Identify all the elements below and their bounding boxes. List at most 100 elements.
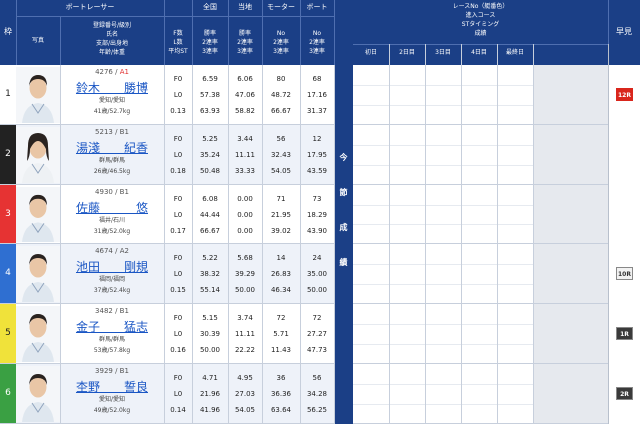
racer-name-link[interactable]: 杢野 誓良 — [64, 378, 160, 395]
tou-stat-0: 6.06 — [237, 75, 253, 83]
mot-stat-0: 72 — [276, 314, 286, 322]
racer-branch: 群馬/群馬 — [98, 157, 126, 164]
racer-grade: A2 — [119, 247, 129, 255]
header-vline — [192, 0, 193, 65]
header-vline — [262, 0, 263, 65]
racer-photo — [16, 127, 60, 183]
mot-stat-1: 5.71 — [273, 330, 289, 338]
l-count: L0 — [173, 270, 183, 278]
racer-avatar-icon — [16, 127, 60, 183]
day-col-divider — [533, 44, 534, 424]
tou-stat-0: 3.44 — [237, 135, 253, 143]
mot-stat-0: 80 — [276, 75, 286, 83]
boat-stat-2: 43.59 — [306, 167, 328, 175]
avg-st: 0.18 — [170, 167, 186, 175]
tou-stat-2: 22.22 — [234, 346, 256, 354]
day-col-divider — [608, 44, 609, 424]
lane-number: 6 — [5, 388, 11, 398]
header-mot-no-1: 2連率 — [273, 39, 289, 46]
racer-photo — [16, 366, 60, 422]
racer-reg-id: 4930 / — [95, 188, 120, 196]
racer-name-link[interactable]: 佐藤 悠 — [64, 199, 160, 216]
racer-reg-id: 3482 / — [95, 307, 120, 315]
boat-stat-0: 12 — [312, 135, 322, 143]
header-day-3: 4日目 — [471, 49, 487, 56]
lane-number: 2 — [5, 149, 11, 159]
racer-age-weight: 53歳/57.8kg — [93, 347, 131, 354]
grid-subline — [353, 105, 533, 106]
boat-stat-0: 72 — [312, 314, 322, 322]
tou-stat-1: 47.06 — [234, 91, 256, 99]
header-boat-racer: ボートレーサー — [65, 3, 115, 11]
mot-stat-1: 26.83 — [270, 270, 292, 278]
zen-stat-1: 57.38 — [199, 91, 221, 99]
day-grid — [353, 65, 533, 424]
zen-stat-0: 6.08 — [202, 195, 218, 203]
l-count: L0 — [173, 211, 183, 219]
header-vline — [300, 0, 301, 65]
f-count: F0 — [173, 254, 183, 262]
avg-st: 0.13 — [170, 107, 186, 115]
racer-avatar-icon — [16, 306, 60, 362]
header-racer-info-3: 年齢/体重 — [98, 49, 126, 56]
col-divider — [262, 65, 263, 424]
lane-number: 5 — [5, 328, 11, 338]
racer-id-grade: 4276 / A1 — [64, 69, 160, 76]
racer-name-link[interactable]: 鈴木 勝博 — [64, 79, 160, 96]
header-mot-no-0: No — [276, 30, 286, 37]
zen-stat-2: 55.14 — [199, 286, 221, 294]
grid-subline — [353, 145, 533, 146]
day-col-divider — [389, 44, 390, 424]
mot-stat-0: 14 — [276, 254, 286, 262]
racer-branch: 福岡/福岡 — [98, 276, 126, 283]
mot-stat-1: 32.43 — [270, 151, 292, 159]
col-divider — [300, 65, 301, 424]
l-count: L0 — [173, 151, 183, 159]
day-col-divider — [461, 44, 462, 424]
boat-stat-2: 50.00 — [306, 286, 328, 294]
racer-branch: 愛知/愛知 — [98, 396, 126, 403]
racer-name-link[interactable]: 金子 猛志 — [64, 318, 160, 335]
header-hayami: 早見 — [616, 27, 632, 36]
avg-st: 0.14 — [170, 406, 186, 414]
hayami-race-badge[interactable]: 12R — [616, 88, 633, 101]
col-divider — [192, 65, 193, 424]
lane-number: 4 — [5, 268, 11, 278]
boat-stat-0: 24 — [312, 254, 322, 262]
grid-subline — [353, 165, 533, 166]
header-mot-no-2: 3連率 — [273, 48, 289, 55]
header-day-2: 3日目 — [435, 49, 451, 56]
tou-stat-2: 54.05 — [234, 406, 256, 414]
header-boat-no-1: 2連率 — [309, 39, 325, 46]
boat-stat-2: 47.73 — [306, 346, 328, 354]
tou-stat-1: 0.00 — [237, 211, 253, 219]
hayami-race-badge[interactable]: 2R — [616, 387, 633, 400]
avg-st: 0.15 — [170, 286, 186, 294]
boat-stat-1: 17.16 — [306, 91, 328, 99]
boat-stat-2: 43.90 — [306, 227, 328, 235]
zen-stat-2: 41.96 — [199, 406, 221, 414]
racer-name-link[interactable]: 湯淺 紀香 — [64, 139, 160, 156]
boat-stat-0: 56 — [312, 374, 322, 382]
f-count: F0 — [173, 314, 183, 322]
tou-stat-1: 27.03 — [234, 390, 256, 398]
header-tou-rate-2: 3連率 — [237, 48, 253, 55]
racer-avatar-icon — [16, 366, 60, 422]
tou-stat-2: 0.00 — [237, 227, 253, 235]
header-motor: モーター — [267, 3, 295, 11]
hayami-race-badge[interactable]: 1R — [616, 327, 633, 340]
f-count: F0 — [173, 374, 183, 382]
mot-stat-1: 36.36 — [270, 390, 292, 398]
grid-subline — [353, 205, 533, 206]
racer-reg-id: 4674 / — [95, 247, 120, 255]
grid-subline — [353, 85, 533, 86]
hayami-race-badge[interactable]: 10R — [616, 267, 633, 280]
mot-stat-2: 39.02 — [270, 227, 292, 235]
racer-avatar-icon — [16, 187, 60, 242]
racer-branch: 愛知/愛知 — [98, 97, 126, 104]
racer-name-link[interactable]: 池田 剛規 — [64, 258, 160, 275]
header-f-count: F数 — [173, 30, 183, 37]
header-photo: 写真 — [31, 37, 44, 44]
racer-id-grade: 3929 / B1 — [64, 368, 160, 375]
avg-st: 0.16 — [170, 346, 186, 354]
